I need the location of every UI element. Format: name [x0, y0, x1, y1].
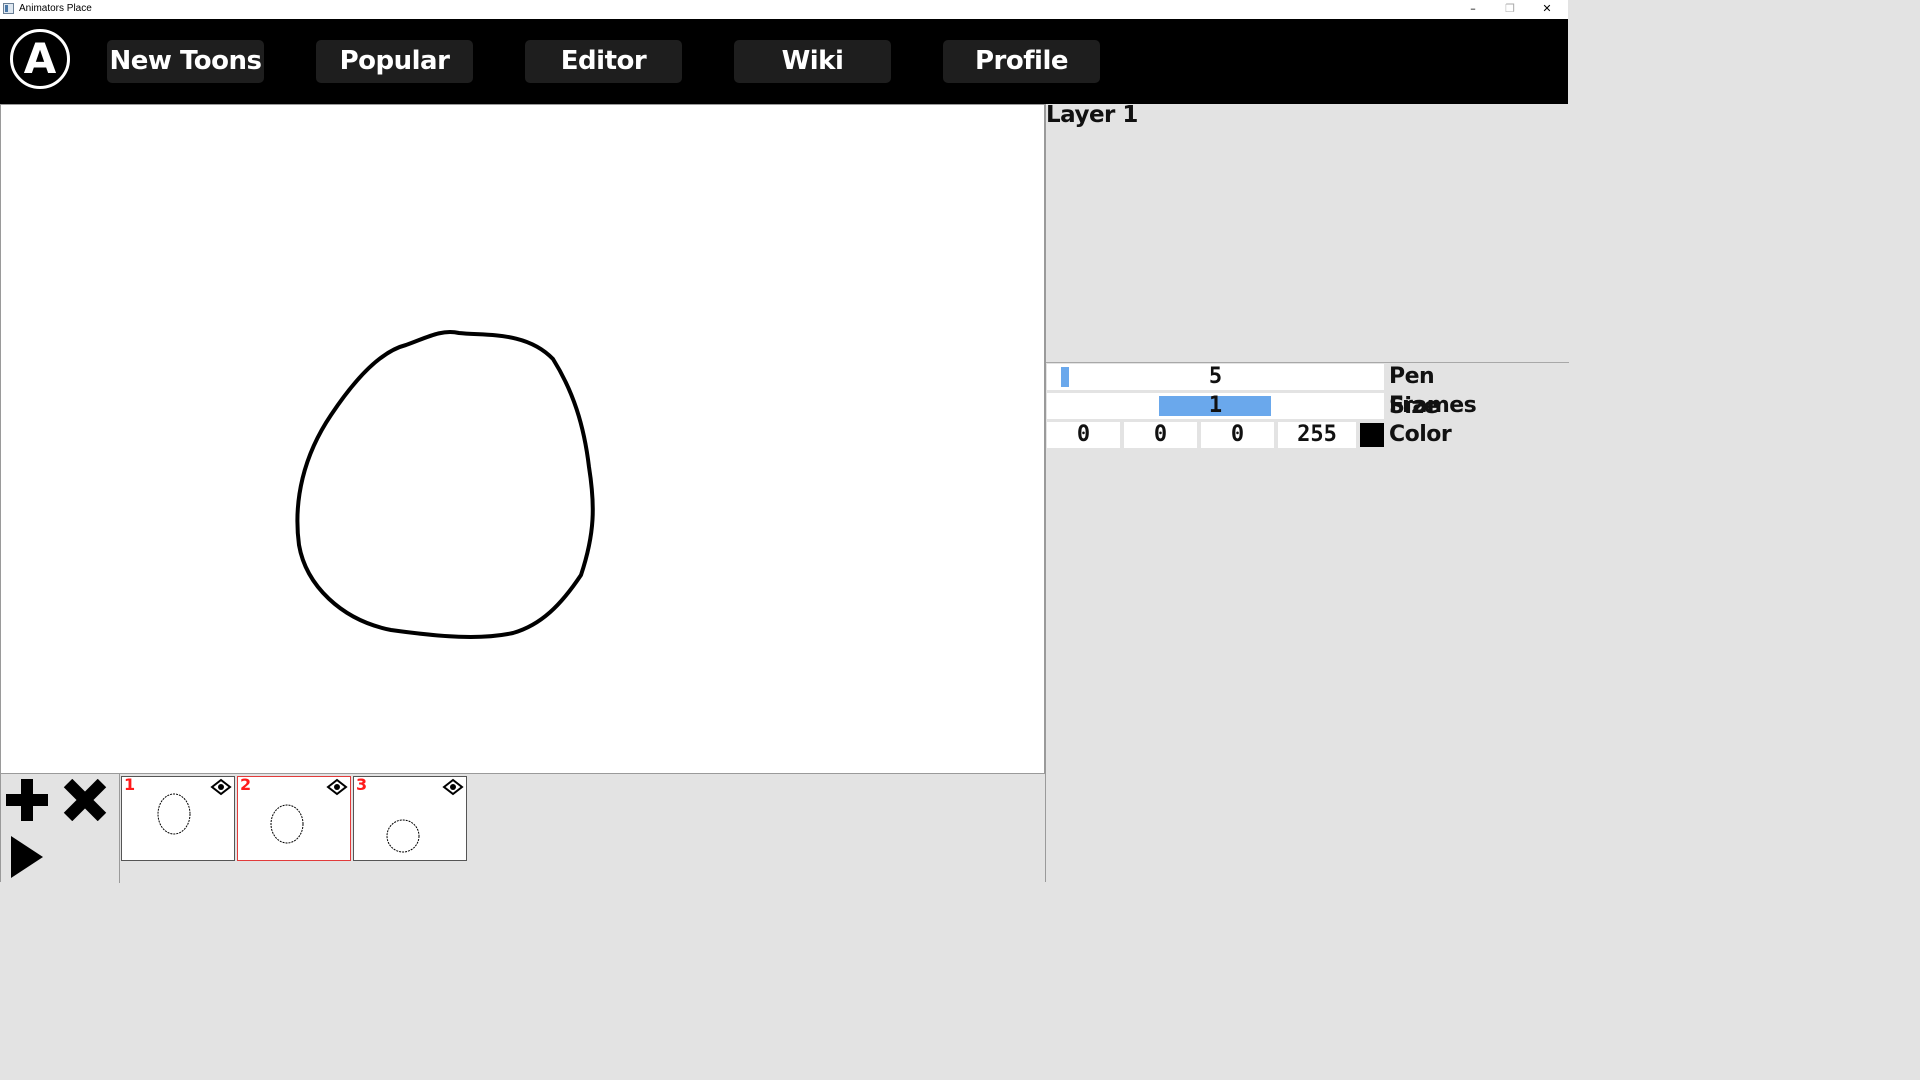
color-alpha-input[interactable]: 255	[1278, 422, 1356, 448]
frame-thumbnail[interactable]: 2	[237, 775, 351, 861]
nav-popular-button[interactable]: Popular	[316, 40, 473, 83]
nav-profile-button[interactable]: Profile	[943, 40, 1100, 83]
minimize-button[interactable]: –	[1454, 0, 1492, 19]
frame-preview	[157, 793, 191, 835]
frames-label: Frames	[1389, 393, 1477, 418]
drawn-stroke	[295, 330, 595, 639]
timeline-strip: 1 2 3	[0, 773, 1045, 883]
nav-editor-button[interactable]: Editor	[525, 40, 682, 83]
frame-thumbnail[interactable]: 3	[353, 775, 467, 861]
color-green-input[interactable]: 0	[1124, 422, 1197, 448]
panel-divider	[1046, 362, 1569, 363]
pen-size-value: 5	[1208, 364, 1223, 389]
color-swatch[interactable]	[1360, 423, 1384, 447]
color-blue-input[interactable]: 0	[1201, 422, 1274, 448]
restore-button[interactable]: ❐	[1491, 0, 1529, 19]
timeline-tools	[1, 774, 120, 883]
app-icon	[3, 3, 14, 14]
frames-value: 1	[1208, 393, 1223, 418]
pen-size-slider[interactable]: 5	[1047, 364, 1384, 390]
properties-panel: Layer 1 5 Pen Size 1 Frames 0 0 0 255 Co…	[1045, 102, 1569, 882]
frame-preview	[270, 804, 304, 844]
nav-new-toons-button[interactable]: New Toons	[107, 40, 264, 83]
nav-wiki-button[interactable]: Wiki	[734, 40, 891, 83]
top-nav-bar: A New Toons Popular Editor Wiki Profile	[0, 19, 1568, 104]
frame-preview	[386, 819, 420, 853]
layer-title: Layer 1	[1046, 102, 1138, 128]
color-red-input[interactable]: 0	[1047, 422, 1120, 448]
window-title-bar: Animators Place – ❐ ✕	[0, 0, 1568, 19]
delete-x-icon[interactable]	[63, 779, 107, 821]
close-button[interactable]: ✕	[1528, 0, 1566, 19]
play-icon[interactable]	[11, 836, 45, 878]
frame-thumbnail[interactable]: 1	[121, 775, 235, 861]
window-title: Animators Place	[19, 3, 92, 14]
color-label: Color	[1389, 422, 1452, 447]
drawing-canvas[interactable]	[0, 104, 1045, 773]
frames-slider[interactable]: 1	[1047, 393, 1384, 419]
plus-icon[interactable]	[6, 779, 48, 821]
app-logo[interactable]: A	[10, 29, 70, 89]
